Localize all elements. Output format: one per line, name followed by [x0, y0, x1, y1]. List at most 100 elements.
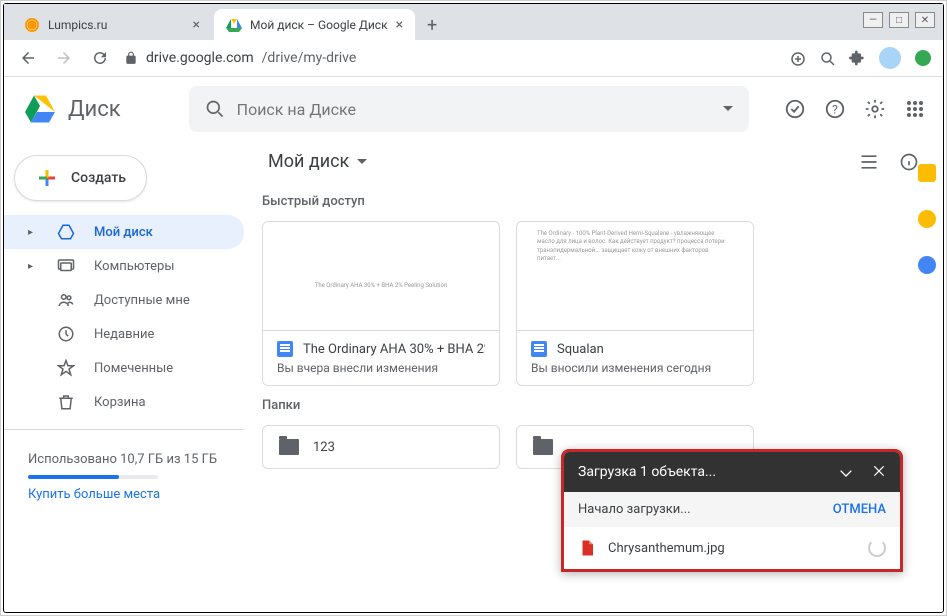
address-bar[interactable]: drive.google.com/drive/my-drive [124, 50, 777, 66]
shared-icon [56, 290, 76, 310]
sidebar-item-mydrive[interactable]: ▸ Мой диск [4, 215, 244, 249]
sidebar-label: Мой диск [94, 225, 153, 240]
doc-preview: The Ordinary AHA 30% + BHA 2% Peeling So… [263, 222, 499, 330]
url-host: drive.google.com [146, 50, 254, 66]
url-path: /drive/my-drive [262, 50, 357, 66]
drive-favicon-icon [226, 17, 242, 33]
sidebar-label: Корзина [94, 395, 146, 410]
sidebar-label: Недавние [94, 327, 154, 342]
image-file-icon [578, 539, 596, 557]
apps-icon[interactable] [903, 97, 927, 121]
file-name: Squalan [557, 342, 604, 357]
sidebar-item-recent[interactable]: Недавние [4, 317, 244, 351]
tasks-app-icon[interactable] [918, 256, 936, 274]
window-close-button[interactable]: ✕ [915, 12, 935, 28]
forward-button[interactable] [52, 46, 76, 70]
search-icon[interactable] [819, 50, 835, 66]
search-icon [205, 99, 225, 119]
sidebar-label: Помеченные [94, 361, 173, 376]
list-view-icon[interactable] [859, 152, 879, 172]
collapse-icon[interactable] [838, 464, 854, 480]
keep-app-icon[interactable] [918, 210, 936, 228]
storage-section: Использовано 10,7 ГБ из 15 ГБ Купить бол… [4, 440, 244, 514]
upload-popup: Загрузка 1 объекта... Начало загрузки...… [561, 449, 903, 572]
breadcrumb-bar: Мой диск [248, 141, 939, 182]
trash-icon [56, 392, 76, 412]
window-maximize-button[interactable]: □ [889, 12, 909, 28]
ready-offline-icon[interactable] [783, 97, 807, 121]
folder-icon [279, 439, 299, 455]
info-icon[interactable] [899, 152, 919, 172]
reload-button[interactable] [88, 46, 112, 70]
caret-icon: ▸ [28, 227, 38, 238]
drive-header: Диск ? [4, 77, 943, 141]
sidebar-label: Доступные мне [94, 293, 190, 308]
breadcrumb-path[interactable]: Мой диск [268, 151, 367, 172]
tab-close-icon[interactable]: × [396, 17, 403, 33]
search-box[interactable] [189, 86, 749, 132]
file-name: The Ordinary AHA 30% + BHA 2% Pe... [303, 342, 485, 357]
orange-favicon-icon [24, 17, 40, 33]
drive-logo-icon [20, 89, 60, 129]
chevron-down-icon [357, 157, 367, 167]
upload-header: Загрузка 1 объекта... [564, 452, 900, 492]
sidebar-item-shared[interactable]: Доступные мне [4, 283, 244, 317]
svg-text:?: ? [832, 103, 838, 117]
cancel-upload-button[interactable]: ОТМЕНА [833, 502, 886, 517]
new-tab-button[interactable]: + [417, 9, 447, 42]
folder-icon [533, 439, 553, 455]
docs-icon [277, 341, 293, 357]
app-title: Диск [68, 97, 121, 122]
clock-icon [56, 324, 76, 344]
extensions-icon[interactable] [849, 50, 865, 66]
folders-heading: Папки [248, 386, 939, 425]
star-icon [56, 358, 76, 378]
folder-card[interactable]: 123 [262, 425, 500, 469]
sidebar: Создать ▸ Мой диск ▸ Компьютеры Доступны… [4, 141, 244, 609]
plus-icon [35, 166, 59, 190]
sidebar-item-trash[interactable]: Корзина [4, 385, 244, 419]
window-minimize-button[interactable]: — [863, 12, 883, 28]
window-controls: — □ ✕ [863, 12, 935, 28]
upload-status-text: Начало загрузки... [578, 502, 691, 517]
browser-tab-drive[interactable]: Мой диск – Google Диск × [214, 9, 415, 41]
settings-icon[interactable] [863, 97, 887, 121]
quick-card[interactable]: The Ordinary AHA 30% + BHA 2% Peeling So… [262, 221, 500, 386]
tab-title: Lumpics.ru [48, 18, 185, 32]
tab-title: Мой диск – Google Диск [250, 18, 388, 32]
storage-text: Использовано 10,7 ГБ из 15 ГБ [28, 452, 220, 467]
update-indicator-icon[interactable] [915, 50, 931, 66]
zoom-in-icon[interactable] [789, 50, 805, 66]
docs-icon [531, 341, 547, 357]
file-subtitle: Вы вчера внесли изменения [277, 361, 485, 375]
create-button[interactable]: Создать [14, 155, 147, 201]
browser-toolbar: drive.google.com/drive/my-drive [4, 40, 943, 77]
upload-title: Загрузка 1 объекта... [578, 464, 716, 480]
help-icon[interactable]: ? [823, 97, 847, 121]
calendar-app-icon[interactable] [918, 164, 936, 182]
buy-storage-link[interactable]: Купить больше места [28, 487, 220, 502]
search-input[interactable] [237, 100, 711, 119]
spinner-icon [868, 539, 886, 557]
browser-tab-lumpics[interactable]: Lumpics.ru × [12, 9, 212, 41]
lock-icon [124, 51, 138, 65]
profile-avatar[interactable] [879, 47, 901, 69]
tab-close-icon[interactable]: × [193, 17, 200, 33]
sidebar-item-starred[interactable]: Помеченные [4, 351, 244, 385]
back-button[interactable] [16, 46, 40, 70]
browser-tabs: Lumpics.ru × Мой диск – Google Диск × + [4, 4, 943, 40]
upload-file-row: Chrysanthemum.jpg [564, 527, 900, 569]
folder-name: 123 [313, 440, 335, 455]
computers-icon [56, 256, 76, 276]
quick-access-heading: Быстрый доступ [248, 182, 939, 221]
close-icon[interactable] [872, 464, 886, 480]
storage-bar [28, 475, 158, 479]
quick-card[interactable]: The Ordinary - 100% Plant-Derived Hemi-S… [516, 221, 754, 386]
doc-preview: The Ordinary - 100% Plant-Derived Hemi-S… [517, 222, 753, 330]
upload-file-name: Chrysanthemum.jpg [608, 541, 725, 556]
side-panel-strip [917, 164, 937, 274]
sidebar-item-computers[interactable]: ▸ Компьютеры [4, 249, 244, 283]
dropdown-icon[interactable] [723, 104, 733, 114]
sidebar-label: Компьютеры [94, 259, 174, 274]
file-subtitle: Вы вносили изменения сегодня [531, 361, 739, 375]
